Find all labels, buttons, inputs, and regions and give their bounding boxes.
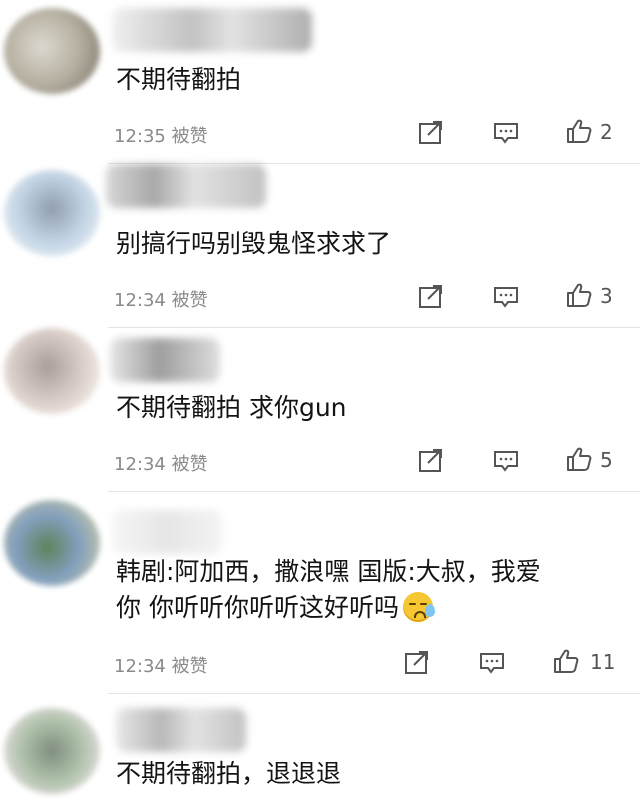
avatar[interactable] <box>4 328 100 414</box>
comment-icon[interactable] <box>492 120 520 146</box>
liked-label: 被赞 <box>171 126 208 147</box>
liked-label: 被赞 <box>171 290 208 311</box>
thumbs-up-icon[interactable] <box>565 282 593 308</box>
comment-text: 别搞行吗别毁鬼怪求求了 <box>116 229 392 258</box>
comment-text: 不期待翻拍 <box>116 65 242 94</box>
share-icon[interactable] <box>417 284 445 310</box>
like-count: 2 <box>600 120 613 144</box>
comment-icon[interactable] <box>492 284 520 310</box>
comment-time: 12:34 <box>114 656 166 677</box>
liked-label: 被赞 <box>171 454 208 475</box>
like-count: 3 <box>600 284 613 308</box>
comment-meta: 12:34 被赞 <box>114 286 208 312</box>
divider <box>108 693 640 694</box>
like-count: 5 <box>600 448 613 472</box>
comment-text-line: 你 你听听你听听这好听吗 <box>116 593 399 622</box>
share-icon[interactable] <box>417 448 445 474</box>
avatar[interactable] <box>4 500 100 586</box>
avatar[interactable] <box>4 170 100 256</box>
comment-meta: 12:34 被赞 <box>114 652 208 678</box>
liked-label: 被赞 <box>171 656 208 677</box>
comment-meta: 12:35 被赞 <box>114 122 208 148</box>
avatar[interactable] <box>4 708 100 794</box>
username[interactable] <box>112 8 312 52</box>
comment-text: 不期待翻拍 求你gun <box>116 393 347 422</box>
comment-text-line: 韩剧:阿加西，撒浪嘿 国版:大叔，我爱 <box>116 557 541 586</box>
avatar[interactable] <box>4 8 100 94</box>
username[interactable] <box>116 708 246 752</box>
divider <box>108 491 640 492</box>
comment-icon[interactable] <box>478 650 506 676</box>
comment-text: 韩剧:阿加西，撒浪嘿 国版:大叔，我爱 你 你听听你听听这好听吗 <box>116 554 626 626</box>
username[interactable] <box>112 510 222 554</box>
like-count: 11 <box>590 650 616 674</box>
username[interactable] <box>106 164 266 208</box>
sweat-smile-emoji <box>402 592 435 622</box>
comment-icon[interactable] <box>492 448 520 474</box>
thumbs-up-icon[interactable] <box>565 446 593 472</box>
thumbs-up-icon[interactable] <box>552 648 580 674</box>
share-icon[interactable] <box>417 120 445 146</box>
share-icon[interactable] <box>403 650 431 676</box>
comment-meta: 12:34 被赞 <box>114 450 208 476</box>
comment-text-line-2: 你 你听听你听听这好听吗 <box>116 590 626 626</box>
comment-text: 不期待翻拍，退退退 <box>116 759 342 788</box>
comment-time: 12:34 <box>114 290 166 311</box>
thumbs-up-icon[interactable] <box>565 118 593 144</box>
comment-time: 12:35 <box>114 126 166 147</box>
divider <box>108 327 640 328</box>
comment-time: 12:34 <box>114 454 166 475</box>
username[interactable] <box>110 338 220 382</box>
